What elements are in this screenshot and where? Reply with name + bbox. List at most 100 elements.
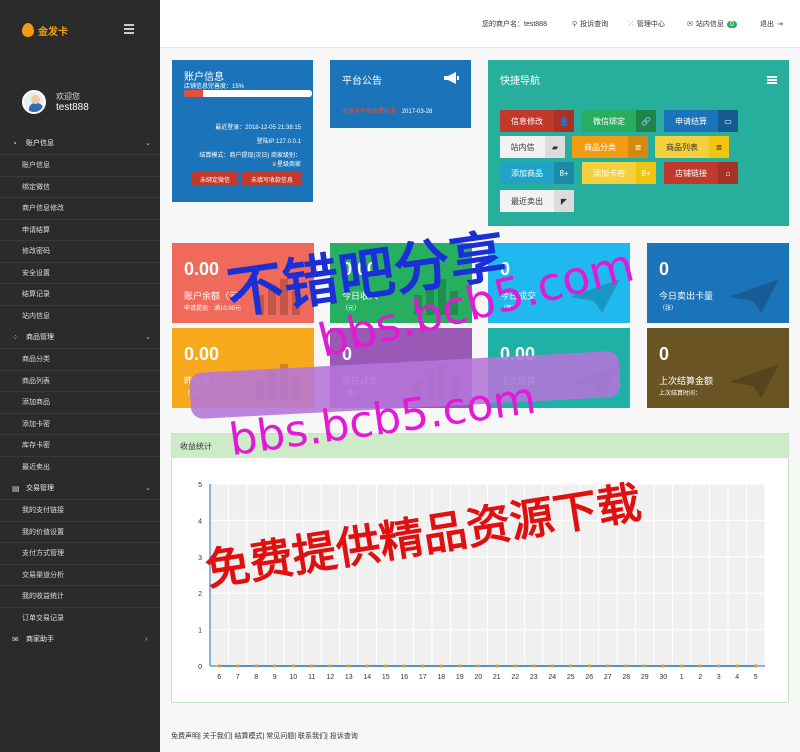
quick-nav-button[interactable]: 信息修改 👤 [500,110,574,132]
x-tick-label: 14 [363,674,371,681]
hamburger-menu-icon[interactable] [124,24,134,34]
chevron-down-icon: ⌄ [145,485,151,492]
x-tick-label: 21 [493,674,501,681]
document-icon: ▤ [12,483,20,493]
data-point [476,664,480,668]
chart-title: 收益统计 [172,434,788,458]
x-tick-label: 18 [437,674,445,681]
sidebar-item[interactable]: 商品列表 [0,369,160,392]
nav-group-label: 交易管理 [26,485,54,492]
paper-plane-icon [729,364,779,398]
quick-nav-label: 添加商品 [511,168,543,178]
announcement-title: 平台公告 [342,76,382,87]
stat-label: 今日成交 [500,291,537,301]
announcement-row: 金发卡平台收费标准 2017-03-28 [342,106,432,115]
sidebar-item[interactable]: 我的收益统计 [0,585,160,607]
sidebar-item[interactable]: 库存卡密 [0,434,160,456]
data-point [569,664,573,668]
announcement-date: 2017-03-28 [401,109,433,115]
chevron-down-icon: ⌄ [145,140,151,147]
admin-center-link[interactable]: ⁙ 管理中心 [628,19,665,29]
bar-chart-icon [256,364,300,400]
quick-nav-button[interactable]: 申请结算 ▭ [664,110,738,132]
x-tick-label: 13 [345,674,353,681]
sidebar-item[interactable]: 商户信息修改 [0,197,160,219]
sidebar-item[interactable]: 添加商品 [0,391,160,413]
payment-info-button[interactable]: 未填写收款信息 [242,172,302,186]
sidebar-item[interactable]: 商品分类 [0,348,160,370]
quick-nav-button[interactable]: 商品分类 ≣ [572,136,648,158]
announcement-link[interactable]: 金发卡平台收费标准 [342,109,396,115]
y-tick-label: 3 [198,555,202,562]
sidebar-item[interactable]: 站内信息 [0,304,160,327]
quick-nav-button[interactable]: 站内信 ▰ [500,136,565,158]
quick-nav-label: 申请结算 [675,116,707,126]
nav-group: ⁘ 商品管理 ⌄ 商品分类 商品列表 添加商品 添加卡密 库存卡密 最近卖出 [0,326,160,477]
stat-sub: （元） [500,391,519,397]
sidebar-item[interactable]: 我的支付链接 [0,499,160,521]
mail-icon: ✉ [12,634,19,644]
logout-link[interactable]: 退出 ⇥ [760,19,786,29]
sidebar-item[interactable]: 支付方式管理 [0,542,160,564]
x-tick-label: 17 [419,674,427,681]
quick-nav-button[interactable]: 最近卖出 ◤ [500,190,574,212]
sidebar-item[interactable]: 添加卡密 [0,412,160,435]
stat-tile: 0.00 账户余额（元） 申请提现：满10.00元 [172,243,314,323]
stat-label: 今日收入 [342,291,379,301]
sidebar-item[interactable]: 最近卖出 [0,455,160,478]
sidebar-item[interactable]: 我的价值设置 [0,520,160,543]
complaint-link[interactable]: ⚲ 投诉查询 [572,19,608,29]
quick-nav-button[interactable]: 添加商品 8+ [500,162,574,184]
card-icon: ▭ [718,110,738,132]
link-icon: 🔗 [636,110,656,132]
x-tick-label: 1 [680,674,684,681]
paper-plane-icon [570,279,620,313]
nav-group-header[interactable]: ◔ 账户信息 ⌄ [0,132,160,154]
x-tick-label: 30 [659,674,667,681]
sidebar-item[interactable]: 申请结算 [0,218,160,241]
list-icon: ≣ [628,136,648,158]
sidebar-item[interactable]: 交易渠道分析 [0,563,160,586]
quick-nav-label: 店铺链接 [675,168,707,178]
quick-nav-button[interactable]: 商品列表 ≣ [655,136,729,158]
x-tick-label: 29 [641,674,649,681]
sidebar-item[interactable]: 修改密码 [0,240,160,262]
stat-value: 0.00 [342,259,378,279]
nav-group-header[interactable]: ⁘ 商品管理 ⌄ [0,326,160,348]
bind-wechat-button[interactable]: 未绑定微信 [192,172,238,186]
chevron-down-icon: ⌄ [145,334,151,341]
sidebar-item[interactable]: 账户信息 [0,154,160,176]
stat-value: 0 [342,344,353,364]
stat-value: 0 [659,344,670,364]
quick-nav-button[interactable]: 店铺链接 ⌂ [664,162,738,184]
x-tick-label: 28 [622,674,630,681]
x-tick-label: 22 [511,674,519,681]
quick-nav-button[interactable]: 微信绑定 🔗 [582,110,656,132]
data-point [754,664,758,668]
data-point [328,664,332,668]
data-point [532,664,536,668]
x-tick-label: 20 [474,674,482,681]
data-point [606,664,610,668]
quick-nav-label: 最近卖出 [511,196,543,206]
footer-links[interactable]: 免费声明| 关于我们| 结算模式| 常见问题| 联系我们| 投诉查询 [171,731,358,741]
messages-link[interactable]: ✉ 站内信息 0 [687,19,737,29]
sidebar-item[interactable]: 安全设置 [0,261,160,284]
data-point [458,664,462,668]
nav-group-label: 商品管理 [26,334,54,341]
revenue-chart-panel: 收益统计 0 1 2 3 4 5 6 7 8 9 10 11 12 13 14 15 16 17 18 19 20 21 2… [171,433,789,703]
nav-group-header[interactable]: ▤ 交易管理 ⌄ [0,477,160,499]
logout-label: 退出 [760,21,774,28]
brand[interactable]: 金发卡 [0,0,160,60]
sidebar-item[interactable]: 绑定微信 [0,175,160,198]
sidebar-item[interactable]: 结算记录 [0,283,160,305]
stat-value: 0.00 [184,344,220,364]
data-point [643,664,647,668]
nav-group-header[interactable]: ✉ 商家助手 › [0,628,160,650]
message-icon: ✉ [687,21,693,28]
merchant-name: 您的商户名：test888 [482,21,547,28]
quick-nav-card: 快捷导航 信息修改 👤 微信绑定 🔗 申请结算 ▭ 站内信 ▰ 商品分类 ≣ 商品列表 ≣ 添加商品 8+… [488,60,789,226]
sidebar-item[interactable]: 订单交易记录 [0,606,160,629]
announcement-card: 平台公告 金发卡平台收费标准 2017-03-28 [330,60,471,128]
quick-nav-button[interactable]: 添加卡密 8+ [582,162,656,184]
